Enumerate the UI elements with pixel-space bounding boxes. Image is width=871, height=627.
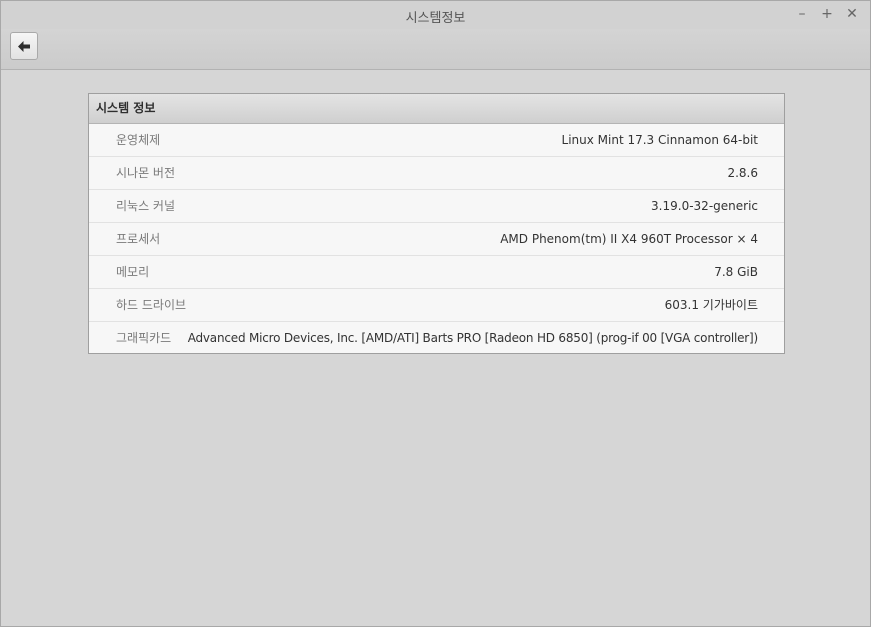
system-info-panel: 시스템 정보 운영체제 Linux Mint 17.3 Cinnamon 64-… (88, 93, 785, 354)
info-row-cinnamon-version: 시나몬 버전 2.8.6 (89, 157, 784, 190)
row-value: 7.8 GiB (714, 265, 758, 279)
row-value: 603.1 기가바이트 (664, 298, 758, 312)
row-label: 프로세서 (116, 232, 161, 246)
row-label: 시나몬 버전 (116, 166, 176, 180)
row-value: 2.8.6 (727, 166, 758, 180)
row-label: 그래픽카드 (116, 331, 172, 345)
row-value: Linux Mint 17.3 Cinnamon 64-bit (561, 133, 758, 147)
info-row-hard-drive: 하드 드라이브 603.1 기가바이트 (89, 289, 784, 322)
info-row-os: 운영체제 Linux Mint 17.3 Cinnamon 64-bit (89, 124, 784, 157)
row-value: Advanced Micro Devices, Inc. [AMD/ATI] B… (187, 331, 759, 345)
maximize-button[interactable]: + (818, 5, 836, 23)
close-button[interactable]: ✕ (843, 5, 861, 23)
title-bar[interactable]: 시스템정보 – + ✕ (1, 1, 870, 29)
info-row-graphics-card: 그래픽카드 Advanced Micro Devices, Inc. [AMD/… (89, 322, 784, 354)
back-button[interactable] (10, 32, 38, 60)
info-row-kernel: 리눅스 커널 3.19.0-32-generic (89, 190, 784, 223)
system-info-window: 시스템정보 – + ✕ 시스템 정보 운영체제 Linux Mint 17.3 … (0, 0, 871, 627)
toolbar (1, 29, 870, 70)
info-row-processor: 프로세서 AMD Phenom(tm) II X4 960T Processor… (89, 223, 784, 256)
row-label: 리눅스 커널 (116, 199, 176, 213)
row-label: 하드 드라이브 (116, 298, 187, 312)
window-title: 시스템정보 (405, 11, 466, 26)
row-value: AMD Phenom(tm) II X4 960T Processor × 4 (500, 232, 758, 246)
row-label: 운영체제 (116, 133, 161, 147)
row-label: 메모리 (116, 265, 150, 279)
panel-header: 시스템 정보 (89, 94, 784, 124)
minimize-button[interactable]: – (793, 5, 811, 23)
arrow-left-icon (18, 41, 30, 52)
info-row-memory: 메모리 7.8 GiB (89, 256, 784, 289)
row-value: 3.19.0-32-generic (651, 199, 758, 213)
